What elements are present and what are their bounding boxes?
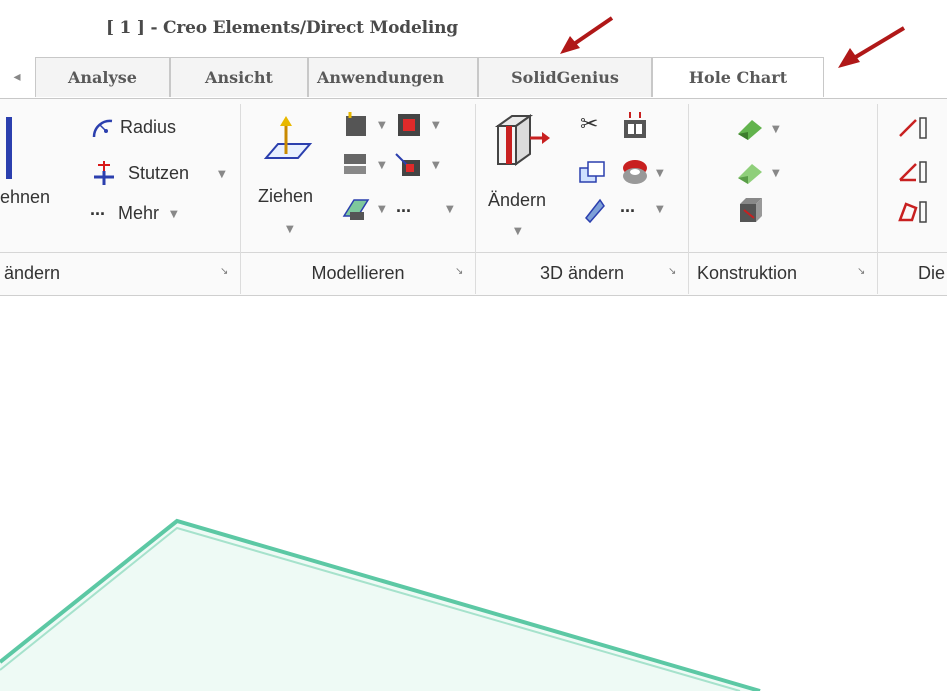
window-title: [ 1 ] - Creo Elements/Direct Modeling (106, 18, 458, 38)
model-viewport[interactable] (0, 296, 947, 691)
stack-icon (624, 112, 646, 138)
group-footer-last: Die (878, 252, 947, 294)
dropdown-icon[interactable]: ▼ (432, 120, 440, 131)
stutzen-dropdown-icon[interactable]: ▼ (218, 169, 226, 180)
radius-button[interactable]: Radius (120, 117, 176, 138)
solid-tools-icon-1 (346, 112, 366, 136)
group-label-3d-aendern: 3D ändern (539, 263, 625, 283)
group-launcher-icon[interactable]: ↘ (220, 266, 232, 278)
partial-button-label[interactable]: ehnen (0, 187, 50, 208)
ribbon-tab-bar: ◂ Analyse Ansicht Anwendungen SolidGeniu… (0, 52, 947, 98)
group-launcher-icon[interactable]: ↘ (455, 266, 467, 278)
model-shape (0, 518, 761, 691)
tool-icon (585, 198, 605, 224)
solid-tools-icon-3 (344, 154, 366, 174)
group-launcher-icon[interactable]: ↘ (668, 266, 680, 278)
tab-hole-chart[interactable]: Hole Chart (652, 57, 824, 97)
ring-icon (623, 160, 647, 184)
dropdown-icon[interactable]: ▼ (656, 204, 664, 215)
tab-anwendungen[interactable]: Anwendungen (308, 57, 478, 97)
dropdown-icon[interactable]: ▼ (378, 120, 386, 131)
dropdown-icon[interactable]: ▼ (772, 168, 780, 179)
radius-icon (92, 119, 113, 138)
green-wedge-icon-2 (738, 164, 762, 184)
tab-solidgenius[interactable]: SolidGenius (478, 57, 652, 97)
group-label-konstruktion: Konstruktion (697, 263, 798, 283)
line-tool-icon-3 (898, 201, 927, 223)
group-label-aendern: ändern (4, 263, 61, 283)
mehr-dropdown-icon[interactable]: ▼ (170, 209, 178, 220)
scissors-icon: ✂ (580, 112, 599, 137)
mehr-button[interactable]: Mehr (118, 203, 159, 224)
dropdown-icon[interactable]: ▼ (378, 160, 386, 171)
ziehen-dropdown-icon[interactable]: ▼ (286, 224, 294, 235)
ziehen-button[interactable]: Ziehen (258, 186, 313, 207)
line-tool-icon-2 (899, 161, 927, 183)
aendern-icon (494, 114, 550, 166)
copy-icon (579, 161, 605, 183)
title-bar: [ 1 ] - Creo Elements/Direct Modeling (0, 0, 947, 68)
more-dots-button[interactable]: ... (396, 196, 411, 217)
group-label-die: Die (918, 263, 946, 283)
dropdown-icon[interactable]: ▼ (772, 124, 780, 135)
group-label-modellieren: Modellieren (311, 263, 405, 283)
group-footer-3d-aendern: 3D ändern ↘ (476, 252, 688, 294)
blue-bracket-icon (6, 117, 12, 179)
tab-scroll-left-icon[interactable]: ◂ (0, 57, 34, 97)
tab-analyse[interactable]: Analyse (35, 57, 170, 97)
dropdown-icon[interactable]: ▼ (432, 160, 440, 171)
solid-tools-icon-5 (342, 199, 370, 220)
group-footer-modellieren: Modellieren ↘ (241, 252, 475, 294)
stutzen-icon (94, 161, 114, 185)
stutzen-button[interactable]: Stutzen (128, 163, 189, 184)
more-dots-button[interactable]: ... (620, 196, 635, 217)
tab-ansicht[interactable]: Ansicht (170, 57, 308, 97)
mehr-dots: ... (90, 199, 106, 219)
group-footer-konstruktion: Konstruktion ↘ (689, 252, 877, 294)
solid-tools-icon-2 (398, 114, 420, 136)
box-section-icon (740, 198, 762, 222)
aendern-button[interactable]: Ändern (488, 190, 546, 211)
dropdown-icon[interactable]: ▼ (446, 204, 454, 215)
group-footer-aendern: ändern ↘ (0, 252, 240, 294)
ziehen-icon (263, 116, 313, 159)
group-launcher-icon[interactable]: ↘ (857, 266, 869, 278)
line-tool-icon-1 (899, 117, 927, 139)
solid-tools-icon-4 (395, 153, 420, 176)
green-wedge-icon-1 (738, 120, 762, 140)
aendern-dropdown-icon[interactable]: ▼ (514, 226, 522, 237)
dropdown-icon[interactable]: ▼ (378, 204, 386, 215)
dropdown-icon[interactable]: ▼ (656, 168, 664, 179)
